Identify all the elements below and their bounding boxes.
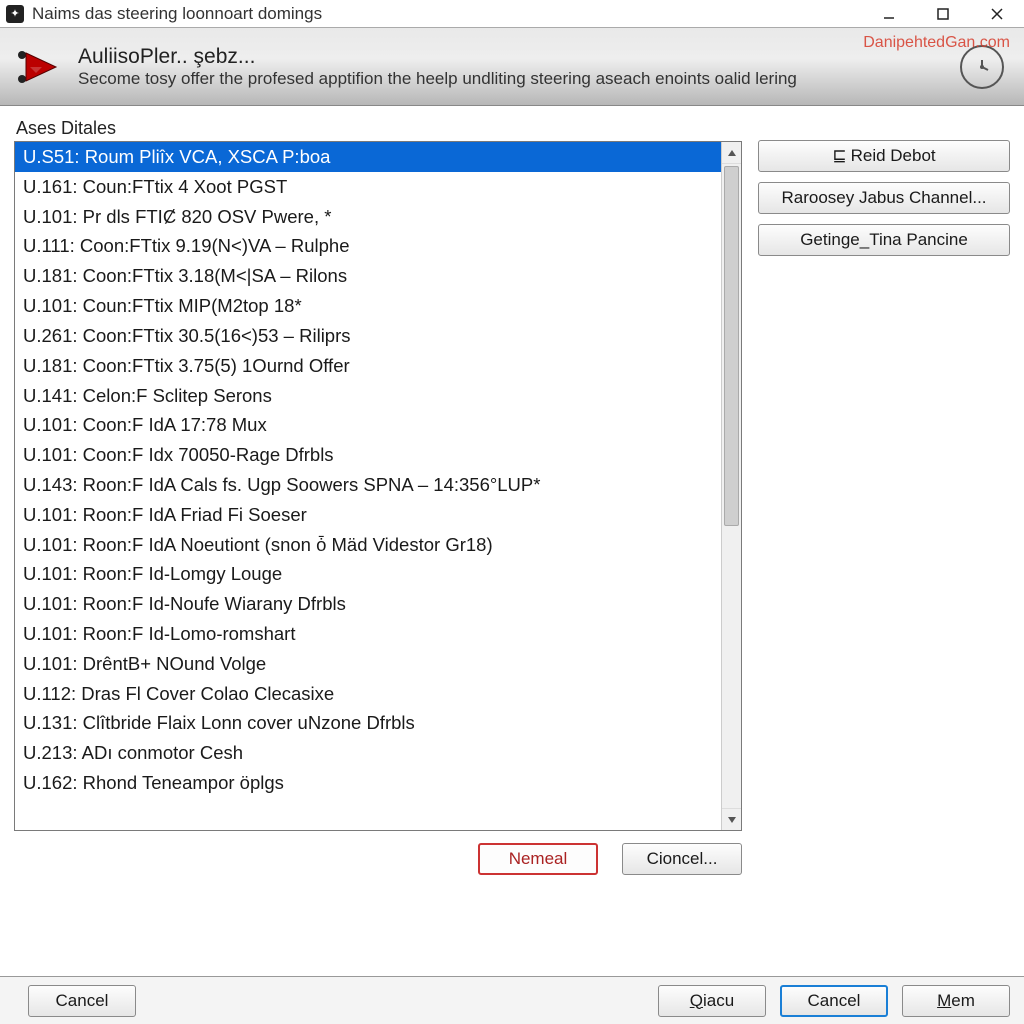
list-item[interactable]: U.181: Coon:FTtix 3.18(M<|SA – Rilons xyxy=(15,261,721,291)
oiacu-button[interactable]: Qiacu xyxy=(658,985,766,1017)
list-item[interactable]: U.162: Rhond Teneampor öplgs xyxy=(15,768,721,798)
banner-texts: AuliisoPler.. şebz... Secome tosy offer … xyxy=(78,45,948,89)
list-item[interactable]: U.101: Coon:F IdA 17:78 Mux xyxy=(15,410,721,440)
banner-subtitle: Secome tosy offer the profesed apptifion… xyxy=(78,70,948,89)
minimize-button[interactable] xyxy=(862,0,916,27)
cancel-left-button[interactable]: Cancel xyxy=(28,985,136,1017)
list-item[interactable]: U.181: Coon:FTtix 3.75(5) 1Ournd Offer xyxy=(15,351,721,381)
reid-debot-button[interactable]: ⊑ Reid Debot xyxy=(758,140,1010,172)
list-item[interactable]: U.111: Coon:FTtix 9.19(N<)VA – Rulphe xyxy=(15,231,721,261)
close-button[interactable] xyxy=(970,0,1024,27)
list-item[interactable]: U.112: Dras Fl Cover Colao Clecasixe xyxy=(15,679,721,709)
cancel-left-label: Cancel xyxy=(56,991,109,1011)
list-item[interactable]: U.101: Roon:F Id-Lomo-romshart xyxy=(15,619,721,649)
mem-label: Mem xyxy=(937,991,975,1011)
mem-button[interactable]: Mem xyxy=(902,985,1010,1017)
list-item[interactable]: U.S51: Roum Pliîx VCA, XSCA P:boa xyxy=(15,142,721,172)
listbox[interactable]: U.S51: Roum Pliîx VCA, XSCA P:boaU.161: … xyxy=(15,142,721,830)
list-item[interactable]: U.143: Roon:F IdA Cals fs. Ugp Soowers S… xyxy=(15,470,721,500)
list-item[interactable]: U.101: Roon:F IdA Noeutiont (snon ȱ Mäd … xyxy=(15,530,721,560)
list-item[interactable]: U.101: Roon:F Id-Lomgy Louge xyxy=(15,559,721,589)
scroll-up-arrow[interactable] xyxy=(722,142,741,164)
mnemonic-prefix: ⊑ xyxy=(832,146,846,166)
list-item[interactable]: U.101: DrêntB+ NOund Volge xyxy=(15,649,721,679)
banner-title: AuliisoPler.. şebz... xyxy=(78,45,948,68)
cancel-right-button[interactable]: Cancel xyxy=(780,985,888,1017)
cioncel-button[interactable]: Cioncel... xyxy=(622,843,742,875)
list-container: U.S51: Roum Pliîx VCA, XSCA P:boaU.161: … xyxy=(14,141,742,831)
scroll-thumb[interactable] xyxy=(724,166,739,526)
panel-label: Ases Ditales xyxy=(14,118,742,139)
scrollbar[interactable] xyxy=(721,142,741,830)
list-item[interactable]: U.131: Clîtbride Flaix Lonn cover uNzone… xyxy=(15,708,721,738)
nemeal-button[interactable]: Nemeal xyxy=(478,843,598,875)
play-icon xyxy=(12,43,60,91)
list-item[interactable]: U.101: Pr dls FTIȻ 820 OSV Pwere, * xyxy=(15,202,721,232)
oiacu-label: Qiacu xyxy=(690,991,734,1011)
list-item[interactable]: U.101: Roon:F Id-Noufe Wiarany Dfrbls xyxy=(15,589,721,619)
window-title: Naims das steering loonnoart domings xyxy=(32,4,862,24)
maximize-button[interactable] xyxy=(916,0,970,27)
list-item[interactable]: U.101: Roon:F IdA Friad Fi Soeser xyxy=(15,500,721,530)
watermark-text: DanipehtedGan.com xyxy=(863,34,1010,52)
list-item[interactable]: U.213: ADı conmotor Cesh xyxy=(15,738,721,768)
cancel-right-label: Cancel xyxy=(808,991,861,1011)
window-buttons xyxy=(862,0,1024,27)
bottom-bar: Cancel Qiacu Cancel Mem xyxy=(0,976,1024,1024)
below-list-buttons: Nemeal Cioncel... xyxy=(14,831,742,875)
list-item[interactable]: U.101: Coon:F Idx 70050-Rage Dfrbls xyxy=(15,440,721,470)
list-item[interactable]: U.161: Coun:FTtix 4 Xoot PGST xyxy=(15,172,721,202)
reid-debot-label: Reid Debot xyxy=(851,146,936,166)
body-area: Ases Ditales U.S51: Roum Pliîx VCA, XSCA… xyxy=(0,106,1024,876)
app-icon: ✦ xyxy=(6,5,24,23)
raroosey-jabus-button[interactable]: Raroosey Jabus Channel... xyxy=(758,182,1010,214)
scroll-down-arrow[interactable] xyxy=(722,808,741,830)
list-item[interactable]: U.261: Coon:FTtix 30.5(16<)53 – Riliprs xyxy=(15,321,721,351)
getinge-tina-button[interactable]: Getinge_Tina Pancine xyxy=(758,224,1010,256)
list-item[interactable]: U.101: Coun:FTtix MIP(M2top 18* xyxy=(15,291,721,321)
titlebar: ✦ Naims das steering loonnoart domings xyxy=(0,0,1024,28)
left-column: Ases Ditales U.S51: Roum Pliîx VCA, XSCA… xyxy=(14,118,742,876)
right-column: ⊑ Reid Debot Raroosey Jabus Channel... G… xyxy=(758,118,1010,876)
list-item[interactable]: U.141: Celon:F Sclitep Serons xyxy=(15,381,721,411)
header-banner: AuliisoPler.. şebz... Secome tosy offer … xyxy=(0,28,1024,106)
